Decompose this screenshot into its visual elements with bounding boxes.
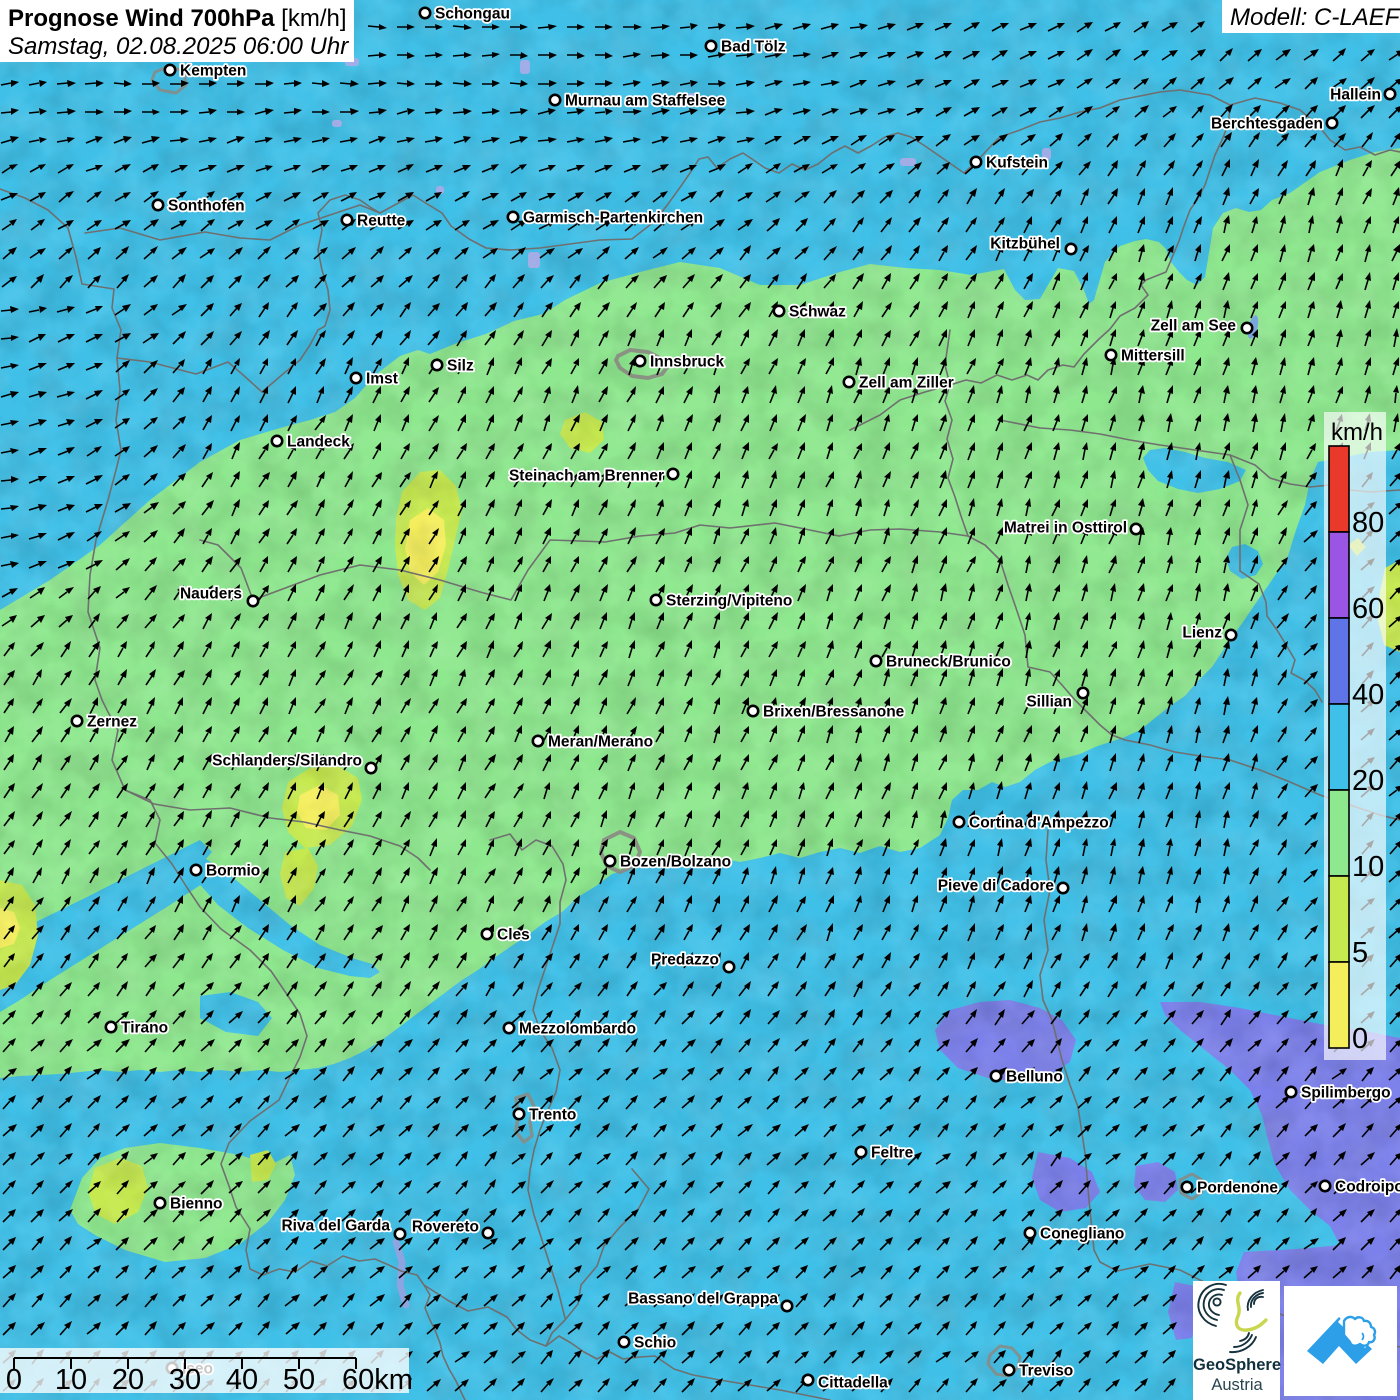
- svg-text:Kempten: Kempten: [180, 63, 246, 80]
- svg-text:Austria: Austria: [1211, 1376, 1263, 1394]
- svg-text:Murnau am Staffelsee: Murnau am Staffelsee: [565, 93, 726, 110]
- svg-text:60km: 60km: [342, 1364, 413, 1396]
- svg-text:GeoSphere: GeoSphere: [1193, 1356, 1281, 1374]
- svg-text:Rovereto: Rovereto: [412, 1219, 479, 1236]
- svg-text:Bormio: Bormio: [206, 863, 260, 880]
- svg-text:Schlanders/Silandro: Schlanders/Silandro: [212, 753, 362, 770]
- svg-text:Schongau: Schongau: [435, 6, 510, 23]
- svg-text:Pordenone: Pordenone: [1197, 1180, 1278, 1197]
- svg-text:10: 10: [55, 1364, 87, 1396]
- svg-text:30: 30: [169, 1364, 201, 1396]
- svg-text:Schio: Schio: [634, 1335, 676, 1352]
- svg-text:km/h: km/h: [1331, 419, 1383, 446]
- svg-text:0: 0: [6, 1364, 22, 1396]
- svg-text:Imst: Imst: [366, 371, 398, 388]
- svg-text:50: 50: [283, 1364, 315, 1396]
- svg-text:Bienno: Bienno: [170, 1196, 223, 1213]
- svg-text:Conegliano: Conegliano: [1040, 1226, 1124, 1243]
- svg-text:Sterzing/Vipiteno: Sterzing/Vipiteno: [666, 593, 792, 610]
- svg-text:Mezzolombardo: Mezzolombardo: [519, 1021, 636, 1038]
- svg-text:Steinach am Brenner: Steinach am Brenner: [509, 468, 664, 485]
- svg-text:Landeck: Landeck: [287, 434, 350, 451]
- svg-text:Garmisch-Partenkirchen: Garmisch-Partenkirchen: [523, 210, 703, 227]
- svg-text:Modell: C-LAEF: Modell: C-LAEF: [1230, 4, 1400, 31]
- svg-text:Nauders: Nauders: [180, 586, 242, 603]
- svg-text:Sonthofen: Sonthofen: [168, 198, 245, 215]
- svg-text:Riva del Garda: Riva del Garda: [281, 1218, 390, 1235]
- svg-text:60: 60: [1352, 593, 1384, 625]
- svg-text:Pieve di Cadore: Pieve di Cadore: [938, 878, 1055, 895]
- svg-text:10: 10: [1352, 851, 1384, 883]
- svg-text:Cles: Cles: [497, 927, 530, 944]
- svg-text:Bassano del Grappa: Bassano del Grappa: [628, 1291, 778, 1308]
- svg-text:Treviso: Treviso: [1019, 1363, 1073, 1380]
- svg-text:Mittersill: Mittersill: [1121, 348, 1185, 365]
- svg-text:Samstag, 02.08.2025 06:00 Uhr: Samstag, 02.08.2025 06:00 Uhr: [8, 33, 349, 60]
- svg-text:Brixen/Bressanone: Brixen/Bressanone: [763, 704, 905, 721]
- svg-text:Tirano: Tirano: [121, 1020, 168, 1037]
- svg-text:Zernez: Zernez: [87, 714, 137, 731]
- svg-text:0: 0: [1352, 1023, 1368, 1055]
- svg-text:Cortina d'Ampezzo: Cortina d'Ampezzo: [969, 815, 1109, 832]
- svg-text:Reutte: Reutte: [357, 213, 406, 230]
- svg-text:Bad Tölz: Bad Tölz: [721, 39, 786, 56]
- svg-text:Kufstein: Kufstein: [986, 155, 1048, 172]
- svg-text:Zell am See: Zell am See: [1151, 318, 1237, 335]
- svg-text:Belluno: Belluno: [1006, 1069, 1063, 1086]
- svg-text:Innsbruck: Innsbruck: [650, 354, 724, 371]
- svg-text:Kitzbühel: Kitzbühel: [990, 236, 1060, 253]
- svg-text:Berchtesgaden: Berchtesgaden: [1211, 116, 1323, 133]
- svg-text:Predazzo: Predazzo: [651, 952, 719, 969]
- svg-text:40: 40: [1352, 679, 1384, 711]
- svg-text:Matrei in Osttirol: Matrei in Osttirol: [1004, 520, 1127, 537]
- svg-text:20: 20: [1352, 765, 1384, 797]
- svg-text:Silz: Silz: [447, 358, 474, 375]
- svg-text:Feltre: Feltre: [871, 1145, 914, 1162]
- svg-text:Meran/Merano: Meran/Merano: [548, 734, 653, 751]
- svg-text:Prognose Wind 700hPa [km/h]: Prognose Wind 700hPa [km/h]: [8, 5, 347, 32]
- svg-text:Lienz: Lienz: [1182, 625, 1222, 642]
- svg-text:80: 80: [1352, 507, 1384, 539]
- svg-text:5: 5: [1352, 937, 1368, 969]
- svg-text:Spilimbergo: Spilimbergo: [1301, 1085, 1391, 1102]
- svg-text:Bruneck/Brunico: Bruneck/Brunico: [886, 654, 1011, 671]
- svg-text:Bozen/Bolzano: Bozen/Bolzano: [620, 854, 731, 871]
- svg-text:Hallein: Hallein: [1330, 87, 1381, 104]
- svg-text:40: 40: [226, 1364, 258, 1396]
- svg-text:Cittadella: Cittadella: [818, 1375, 888, 1392]
- svg-text:Codroipo: Codroipo: [1335, 1179, 1400, 1196]
- svg-text:Sillian: Sillian: [1026, 694, 1072, 711]
- svg-text:20: 20: [112, 1364, 144, 1396]
- svg-text:Trento: Trento: [529, 1107, 576, 1124]
- svg-text:Schwaz: Schwaz: [789, 304, 846, 321]
- svg-text:Zell am Ziller: Zell am Ziller: [859, 375, 954, 392]
